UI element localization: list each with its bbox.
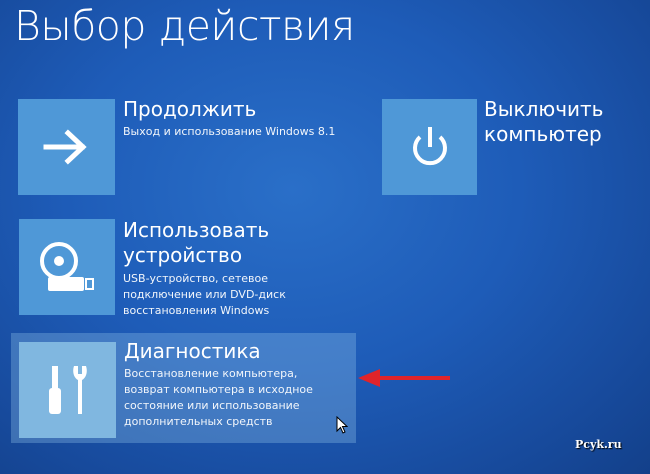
troubleshoot-desc-line1: Восстановление компьютера, bbox=[124, 367, 298, 380]
disc-drive-icon bbox=[40, 242, 94, 291]
shutdown-title-line2: компьютер bbox=[484, 122, 602, 146]
continue-description: Выход и использование Windows 8.1 bbox=[123, 125, 336, 138]
use-device-desc-line1: USB-устройство, сетевое bbox=[123, 272, 269, 285]
shutdown-option[interactable]: Выключить компьютер bbox=[484, 97, 603, 147]
use-device-tile[interactable] bbox=[19, 219, 115, 315]
page-title: Выбор действия bbox=[14, 2, 355, 50]
arrow-right-icon bbox=[43, 129, 87, 165]
continue-title: Продолжить bbox=[123, 97, 257, 121]
mouse-cursor-icon bbox=[336, 416, 348, 434]
troubleshoot-option[interactable]: Диагностика Восстановление компьютера, в… bbox=[11, 333, 356, 443]
watermark: Pcyk.ru bbox=[575, 438, 622, 451]
continue-tile[interactable] bbox=[18, 99, 115, 195]
shutdown-tile[interactable] bbox=[382, 99, 477, 195]
use-device-desc-line3: восстановления Windows bbox=[123, 304, 270, 317]
continue-option[interactable]: Продолжить Выход и использование Windows… bbox=[123, 97, 335, 140]
troubleshoot-desc-line2: возврат компьютера в исходное bbox=[124, 383, 313, 396]
troubleshoot-tile[interactable] bbox=[19, 342, 116, 438]
use-device-title-line2: устройство bbox=[123, 243, 243, 267]
use-device-title-line1: Использовать bbox=[123, 218, 270, 242]
tools-icon bbox=[48, 366, 87, 414]
red-arrow-icon bbox=[358, 369, 450, 387]
use-device-desc-line2: подключение или DVD-диск bbox=[123, 288, 286, 301]
power-icon bbox=[412, 127, 447, 166]
troubleshoot-title: Диагностика bbox=[124, 339, 261, 363]
troubleshoot-desc-line3: состояние или использование bbox=[124, 399, 300, 412]
shutdown-title-line1: Выключить bbox=[484, 97, 604, 121]
troubleshoot-desc-line4: дополнительных средств bbox=[124, 415, 273, 428]
use-device-option[interactable]: Использовать устройство USB-устройство, … bbox=[123, 218, 286, 319]
